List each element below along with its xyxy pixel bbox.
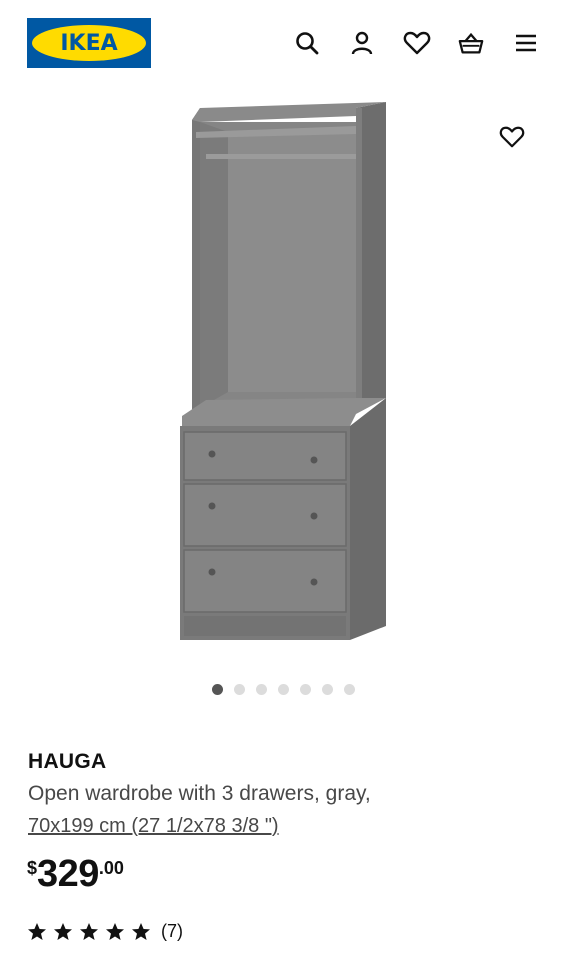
star-icon	[54, 922, 72, 940]
image-pagination	[212, 684, 355, 695]
menu-icon[interactable]	[512, 29, 540, 57]
review-count[interactable]: (7)	[161, 921, 183, 942]
price-integer: 329	[37, 853, 99, 895]
pagination-dot[interactable]	[322, 684, 333, 695]
product-rating[interactable]: (7)	[27, 921, 183, 942]
product-size-link[interactable]: 70x199 cm (27 1/2x78 3/8 ")	[28, 815, 279, 838]
pagination-dot[interactable]	[256, 684, 267, 695]
basket-icon[interactable]	[457, 29, 485, 57]
ikea-logo[interactable]: IKEA	[27, 18, 151, 68]
pagination-dot[interactable]	[234, 684, 245, 695]
add-to-favorites-heart-icon[interactable]	[497, 122, 527, 152]
product-name: HAUGA	[28, 750, 107, 773]
price-currency: $	[27, 858, 38, 878]
star-icon	[80, 922, 98, 940]
pagination-dot[interactable]	[300, 684, 311, 695]
heart-icon[interactable]	[403, 29, 431, 57]
product-description: Open wardrobe with 3 drawers, gray,	[28, 782, 371, 805]
star-icon	[28, 922, 46, 940]
star-icon	[132, 922, 150, 940]
logo-oval: IKEA	[32, 25, 146, 61]
logo-text: IKEA	[60, 30, 118, 56]
pagination-dot[interactable]	[344, 684, 355, 695]
search-icon[interactable]	[293, 29, 321, 57]
product-price: $ 329 .00	[27, 852, 124, 896]
star-icon	[106, 922, 124, 940]
header: IKEA	[0, 0, 568, 90]
pagination-dot[interactable]	[212, 684, 223, 695]
pagination-dot[interactable]	[278, 684, 289, 695]
user-icon[interactable]	[348, 29, 376, 57]
price-decimal: .00	[98, 858, 124, 878]
product-image[interactable]	[170, 98, 400, 650]
